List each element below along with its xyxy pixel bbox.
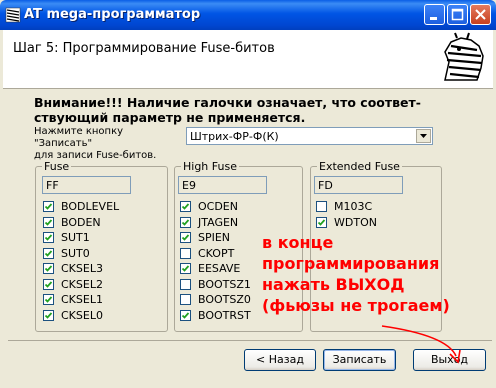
checkbox-checked-icon[interactable] [43,263,54,274]
warning-text: Внимание!!! Наличие галочки означает, чт… [34,95,444,125]
checkbox-checked-icon[interactable] [43,201,54,212]
maximize-button[interactable] [447,4,468,25]
checkbox-label: CKSEL0 [61,308,103,322]
fuse-value-field[interactable]: FF [42,176,131,194]
checkbox-checked-icon[interactable] [43,232,54,243]
checkbox-label: BODLEVEL [61,200,120,213]
checkbox-checked-icon[interactable] [43,278,54,290]
checkbox-checked-icon[interactable] [43,294,54,305]
checkbox-unchecked-icon[interactable] [180,278,191,290]
annotation-line-4: (фьюзы не трогаем) [262,296,450,315]
checkbox-label: CKOPT [198,246,235,260]
title-bar[interactable]: AT mega-программатор [0,0,496,30]
zebra-logo-icon [437,32,491,86]
checkbox-checked-icon[interactable] [43,247,54,259]
checkbox-unchecked-icon[interactable] [180,247,191,259]
checkbox-cksel3[interactable]: CKSEL3 [43,262,103,275]
checkbox-label: BOOTSZ0 [198,293,251,306]
checkbox-label: BODEN [61,215,101,229]
step-title: Шаг 5: Программирование Fuse-битов [13,41,275,56]
checkbox-label: WDTON [334,215,377,229]
write-button[interactable]: Записать [323,349,396,371]
checkbox-spien[interactable]: SPIEN [180,231,230,244]
exit-button[interactable]: Выход [413,349,486,371]
checkbox-eesave[interactable]: EESAVE [180,262,240,275]
checkbox-unchecked-icon[interactable] [180,294,191,305]
checkbox-bootsz0[interactable]: BOOTSZ0 [180,293,251,306]
checkbox-label: SUT0 [61,246,90,260]
warning-line-2: ствующий параметр не применяется. [34,110,306,125]
checkbox-checked-icon[interactable] [316,216,327,228]
checkbox-m103c[interactable]: M103C [316,200,372,213]
minimize-button[interactable] [424,4,445,25]
app-icon [5,7,21,23]
checkbox-ocden[interactable]: OCDEN [180,200,238,213]
checkbox-checked-icon[interactable] [180,263,191,274]
checkbox-checked-icon[interactable] [180,201,191,212]
checkbox-checked-icon[interactable] [43,309,54,321]
checkbox-checked-icon[interactable] [180,309,191,321]
high-fuse-legend: High Fuse [181,160,239,173]
checkbox-bootrst[interactable]: BOOTRST [180,309,251,322]
checkbox-label: SPIEN [198,231,231,244]
checkbox-label: CKSEL3 [61,262,103,275]
checkbox-label: JTAGEN [198,215,239,229]
checkbox-label: CKSEL2 [61,277,103,291]
checkbox-label: CKSEL1 [61,293,103,306]
annotation-text: в конце программирования нажать ВЫХОД (ф… [262,232,450,316]
checkbox-checked-icon[interactable] [180,232,191,243]
wizard-header: Шаг 5: Программирование Fuse-битов [3,30,493,89]
hint-text: Нажмите кнопку "Записать" для записи Fus… [34,126,184,162]
checkbox-sut0[interactable]: SUT0 [43,247,90,260]
checkbox-label: OCDEN [198,200,238,213]
checkbox-label: EESAVE [198,262,241,275]
checkbox-boden[interactable]: BODEN [43,216,101,229]
back-button[interactable]: < Назад [244,349,316,371]
checkbox-sut1[interactable]: SUT1 [43,231,90,244]
chevron-down-icon[interactable] [416,129,431,143]
checkbox-jtagen[interactable]: JTAGEN [180,216,238,229]
checkbox-wdton[interactable]: WDTON [316,216,377,229]
hint-line-1: Нажмите кнопку "Записать" [34,126,124,149]
device-select-value: Штрих-ФР-Ф(К) [190,130,279,143]
checkbox-cksel0[interactable]: CKSEL0 [43,309,103,322]
close-button[interactable] [470,4,491,25]
annotation-line-1: в конце [262,233,334,252]
device-select[interactable]: Штрих-ФР-Ф(К) [186,127,433,145]
checkbox-bodlevel[interactable]: BODLEVEL [43,200,119,213]
checkbox-bootsz1[interactable]: BOOTSZ1 [180,278,251,291]
checkbox-checked-icon[interactable] [43,216,54,228]
annotation-line-2: программирования [262,254,440,273]
checkbox-label: BOOTRST [198,308,251,322]
annotation-line-3: нажать ВЫХОД [262,275,405,294]
checkbox-ckopt[interactable]: CKOPT [180,247,234,260]
checkbox-checked-icon[interactable] [180,216,191,228]
checkbox-unchecked-icon[interactable] [316,201,327,212]
fuse-legend: Fuse [42,160,72,173]
button-separator [8,340,492,341]
extended-fuse-value-field[interactable]: FD [314,176,403,194]
checkbox-label: BOOTSZ1 [198,277,251,291]
checkbox-cksel2[interactable]: CKSEL2 [43,278,103,291]
checkbox-label: SUT1 [61,231,90,244]
checkbox-cksel1[interactable]: CKSEL1 [43,293,103,306]
high-fuse-value-field[interactable]: E9 [178,176,267,194]
extended-fuse-legend: Extended Fuse [317,160,402,173]
checkbox-label: M103C [334,200,373,213]
app-window: AT mega-программатор Шаг 5: Программиров… [0,0,496,388]
window-title: AT mega-программатор [24,7,201,22]
warning-line-1: Внимание!!! Наличие галочки означает, чт… [34,95,421,110]
